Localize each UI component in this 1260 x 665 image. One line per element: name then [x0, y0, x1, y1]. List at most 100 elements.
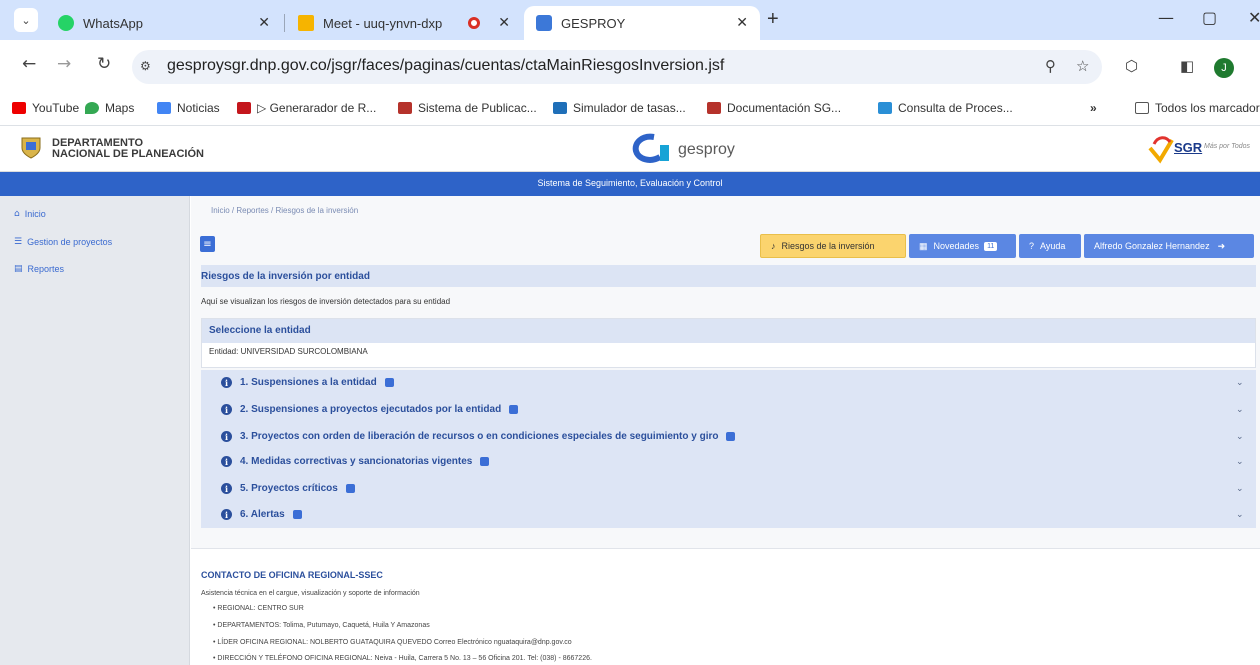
bookmark-sistema-publicacion[interactable]: Sistema de Publicac...: [398, 101, 537, 115]
chevron-down-icon[interactable]: ⌄: [1236, 510, 1244, 520]
bookmark-youtube[interactable]: YouTube: [12, 101, 79, 115]
tab-gesproy[interactable]: GESPROY ✕: [524, 6, 760, 40]
site-info-icon[interactable]: ⚙: [140, 59, 151, 73]
chevron-down-icon[interactable]: ⌄: [1236, 484, 1244, 494]
bookmark-label: ▷ Generarador de R...: [257, 101, 377, 115]
url-text[interactable]: gesproysgr.dnp.gov.co/jsgr/faces/paginas…: [167, 57, 724, 75]
site-icon: [398, 102, 412, 114]
accordion-label: 3. Proyectos con orden de liberación de …: [240, 431, 719, 442]
dnp-shield-logo: [21, 137, 41, 159]
tab-separator: [284, 14, 285, 32]
close-icon[interactable]: ✕: [736, 15, 748, 31]
info-icon: i: [221, 404, 232, 415]
tab-search-chevron-icon[interactable]: ⌄: [14, 8, 38, 32]
ayuda-button[interactable]: ? Ayuda: [1019, 234, 1081, 258]
chevron-down-icon[interactable]: ⌄: [1236, 378, 1244, 388]
bookmark-documentacion[interactable]: Documentación SG...: [707, 101, 841, 115]
bookmark-label: Consulta de Proces...: [898, 101, 1013, 115]
contact-section: [191, 548, 1260, 665]
bookmark-star-icon[interactable]: ☆: [1076, 57, 1089, 75]
info-icon: i: [221, 509, 232, 520]
sidebar-item-inicio[interactable]: ⌂ Inicio: [14, 209, 46, 219]
sgr-logo-icon: [1148, 136, 1174, 164]
extensions-icon[interactable]: ⬡: [1125, 57, 1138, 75]
chevron-down-icon[interactable]: ⌄: [1236, 432, 1244, 442]
tab-whatsapp[interactable]: WhatsApp ✕: [46, 6, 282, 40]
close-icon[interactable]: ✕: [258, 15, 270, 31]
close-window-icon[interactable]: ✕: [1248, 8, 1260, 27]
bell-icon: ♪: [771, 241, 776, 251]
news-icon: ▦: [919, 240, 928, 251]
bookmark-simulador[interactable]: Simulador de tasas...: [553, 101, 686, 115]
site-icon: [878, 102, 892, 114]
bookmark-label: Todos los marcadore: [1155, 101, 1260, 115]
risk-accordion: [201, 370, 1256, 528]
contact-item-text: DEPARTAMENTOS: Tolima, Putumayo, Caquetá…: [217, 622, 430, 629]
accordion-label: 1. Suspensiones a la entidad: [240, 377, 377, 388]
accordion-item-suspensiones-proyectos[interactable]: i 2. Suspensiones a proyectos ejecutados …: [221, 404, 519, 415]
close-icon[interactable]: ✕: [498, 15, 510, 31]
sidebar-item-gestion-proyectos[interactable]: ☰ Gestion de proyectos: [14, 237, 112, 247]
reload-icon[interactable]: ↻: [97, 54, 111, 74]
dnp-name: DEPARTAMENTO NACIONAL DE PLANEACIÓN: [52, 138, 204, 160]
accordion-item-proyectos-criticos[interactable]: i 5. Proyectos críticos: [221, 483, 355, 494]
chevron-down-icon[interactable]: ⌄: [1236, 405, 1244, 415]
back-icon[interactable]: ←: [22, 54, 36, 74]
all-bookmarks[interactable]: Todos los marcadore: [1135, 101, 1260, 115]
more-bookmarks-icon[interactable]: »: [1090, 101, 1097, 115]
sidebar-item-reportes[interactable]: ▤ Reportes: [14, 264, 64, 274]
restore-icon[interactable]: ▢: [1202, 8, 1217, 27]
bookmark-maps[interactable]: Maps: [85, 101, 134, 115]
side-panel-icon[interactable]: ◧: [1180, 57, 1194, 75]
sidebar-item-label: Gestion de proyectos: [27, 237, 113, 247]
accordion-label: 6. Alertas: [240, 509, 285, 520]
contact-subtitle: Asistencia técnica en el cargue, visuali…: [201, 590, 420, 597]
breadcrumb[interactable]: Inicio / Reportes / Riesgos de la invers…: [211, 206, 358, 215]
chevron-down-icon[interactable]: ⌄: [1236, 457, 1244, 467]
riesgos-inversion-button[interactable]: ♪ Riesgos de la inversión: [760, 234, 906, 258]
system-title-bar: Sistema de Seguimiento, Evaluación y Con…: [0, 172, 1260, 196]
tab-meet[interactable]: Meet - uuq-ynvn-dxp ✕: [286, 6, 522, 40]
user-button[interactable]: Alfredo Gonzalez Hernandez ➜: [1084, 234, 1254, 258]
section-title-text: Riesgos de la inversión por entidad: [201, 271, 370, 282]
button-label: Alfredo Gonzalez Hernandez: [1094, 241, 1210, 251]
accordion-item-medidas-correctivas[interactable]: i 4. Medidas correctivas y sancionatorias…: [221, 456, 490, 467]
count-badge-icon: [726, 432, 736, 441]
menu-toggle-icon[interactable]: ≡: [200, 236, 215, 252]
minimize-icon[interactable]: —: [1158, 8, 1174, 27]
list-icon: ☰: [14, 237, 23, 247]
contact-item: • DIRECCIÓN Y TELÉFONO OFICINA REGIONAL:…: [213, 655, 592, 662]
new-tab-icon[interactable]: +: [767, 8, 779, 31]
dnp-line-2: NACIONAL DE PLANEACIÓN: [52, 148, 204, 160]
sgr-tagline: Más por Todos: [1204, 143, 1251, 150]
count-badge-icon: [345, 484, 355, 493]
profile-avatar[interactable]: J: [1214, 58, 1234, 78]
accordion-item-liberacion-recursos[interactable]: i 3. Proyectos con orden de liberación de…: [221, 431, 736, 442]
accordion-item-suspensiones-entidad[interactable]: i 1. Suspensiones a la entidad: [221, 377, 394, 388]
site-icon: [553, 102, 567, 114]
bookmark-generador[interactable]: ▷ Generarador de R...: [237, 101, 376, 115]
count-badge-icon: [384, 378, 394, 387]
forward-icon[interactable]: →: [57, 54, 71, 74]
gesproy-wordmark: gesproy: [678, 141, 735, 158]
gesproy-logo: [632, 133, 669, 163]
folder-icon: [1135, 102, 1149, 114]
site-icon: [237, 102, 251, 114]
count-badge-icon: [292, 510, 302, 519]
youtube-icon: [12, 102, 26, 114]
gesproy-favicon-icon: [536, 15, 552, 31]
accordion-label: 4. Medidas correctivas y sancionatorias …: [240, 456, 473, 467]
zoom-icon[interactable]: ⚲: [1045, 57, 1056, 75]
entity-select-header: [202, 319, 1255, 343]
button-label: Riesgos de la inversión: [781, 241, 875, 251]
home-icon: ⌂: [14, 209, 20, 219]
bookmark-label: Sistema de Publicac...: [418, 101, 537, 115]
bookmark-noticias[interactable]: Noticias: [157, 101, 220, 115]
contact-item: • DEPARTAMENTOS: Tolima, Putumayo, Caque…: [213, 622, 430, 629]
accordion-label: 5. Proyectos críticos: [240, 483, 338, 494]
tab-title: Meet - uuq-ynvn-dxp: [323, 15, 443, 31]
bookmark-consulta[interactable]: Consulta de Proces...: [878, 101, 1013, 115]
tab-title: WhatsApp: [83, 15, 143, 31]
novedades-button[interactable]: ▦ Novedades 11: [909, 234, 1016, 258]
accordion-item-alertas[interactable]: i 6. Alertas: [221, 509, 302, 520]
